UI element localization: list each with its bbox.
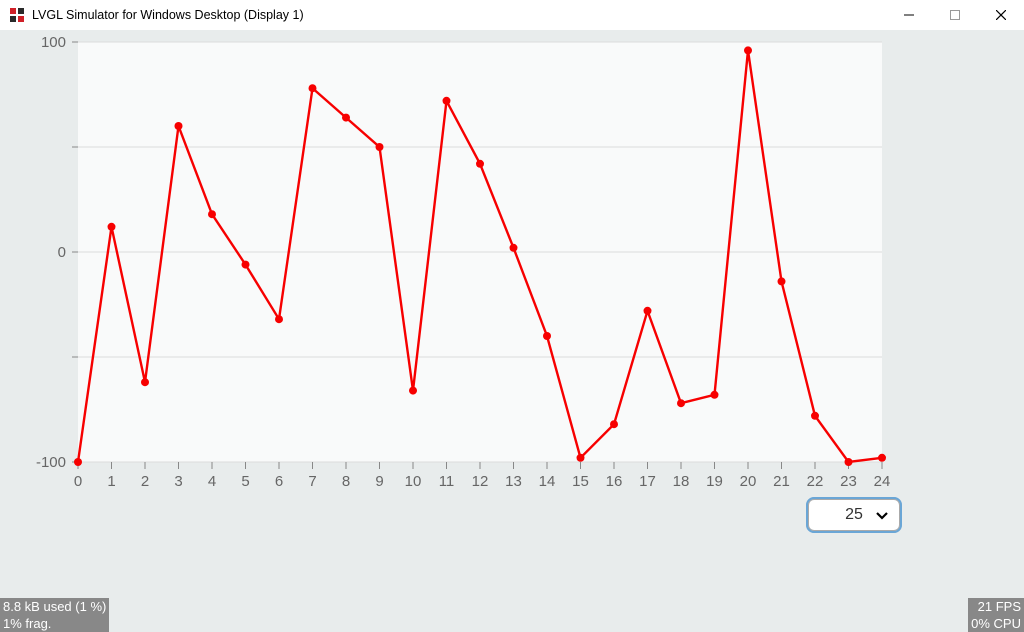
chart-point xyxy=(711,391,719,399)
svg-text:13: 13 xyxy=(505,473,522,490)
chart-point xyxy=(74,458,82,466)
status-mem-line2: 1% frag. xyxy=(3,615,106,632)
svg-text:21: 21 xyxy=(773,473,790,490)
svg-text:4: 4 xyxy=(208,473,216,490)
svg-text:2: 2 xyxy=(141,473,149,490)
svg-text:17: 17 xyxy=(639,473,656,490)
chevron-down-icon xyxy=(875,504,889,529)
chart-point xyxy=(208,210,216,218)
close-button[interactable] xyxy=(978,0,1024,30)
point-count-dropdown[interactable]: 25 xyxy=(808,499,900,531)
window-title: LVGL Simulator for Windows Desktop (Disp… xyxy=(32,8,304,22)
app-icon xyxy=(9,7,25,23)
chart-point xyxy=(376,143,384,151)
chart-point xyxy=(342,114,350,122)
status-mem-line1: 8.8 kB used (1 %) xyxy=(3,598,106,615)
status-cpu: 0% CPU xyxy=(971,615,1021,632)
chart-point xyxy=(644,307,652,315)
svg-text:11: 11 xyxy=(439,473,455,490)
chart-point xyxy=(141,378,149,386)
status-memory: 8.8 kB used (1 %) 1% frag. xyxy=(0,598,109,632)
chart-point xyxy=(108,223,116,231)
svg-text:-100: -100 xyxy=(36,454,66,471)
svg-text:16: 16 xyxy=(606,473,623,490)
line-chart: 1000-100 0123456789101112131415161718192… xyxy=(0,30,1024,632)
svg-text:19: 19 xyxy=(706,473,723,490)
svg-text:12: 12 xyxy=(472,473,489,490)
chart-point xyxy=(543,332,551,340)
chart-point xyxy=(510,244,518,252)
chart-point xyxy=(610,420,618,428)
chart-point xyxy=(778,277,786,285)
chart-point xyxy=(476,160,484,168)
svg-text:6: 6 xyxy=(275,473,283,490)
chart-point xyxy=(443,97,451,105)
svg-text:8: 8 xyxy=(342,473,350,490)
chart-point xyxy=(242,261,250,269)
chart-point xyxy=(744,46,752,54)
svg-text:20: 20 xyxy=(740,473,757,490)
chart-point xyxy=(309,84,317,92)
svg-text:5: 5 xyxy=(241,473,249,490)
svg-text:14: 14 xyxy=(539,473,556,490)
client-area: 1000-100 0123456789101112131415161718192… xyxy=(0,30,1024,632)
chart-point xyxy=(409,387,417,395)
svg-text:9: 9 xyxy=(375,473,383,490)
minimize-button[interactable] xyxy=(886,0,932,30)
status-performance: 21 FPS 0% CPU xyxy=(968,598,1024,632)
svg-text:24: 24 xyxy=(874,473,891,490)
svg-text:18: 18 xyxy=(673,473,690,490)
svg-text:23: 23 xyxy=(840,473,857,490)
chart-point xyxy=(845,458,853,466)
svg-text:7: 7 xyxy=(308,473,316,490)
maximize-button[interactable] xyxy=(932,0,978,30)
svg-text:0: 0 xyxy=(74,473,82,490)
status-fps: 21 FPS xyxy=(971,598,1021,615)
chart-point xyxy=(275,315,283,323)
status-bar: 8.8 kB used (1 %) 1% frag. 21 FPS 0% CPU xyxy=(0,598,1024,632)
svg-text:22: 22 xyxy=(807,473,824,490)
svg-text:10: 10 xyxy=(405,473,422,490)
chart-point xyxy=(677,399,685,407)
svg-text:3: 3 xyxy=(174,473,182,490)
chart-point xyxy=(175,122,183,130)
svg-text:100: 100 xyxy=(41,34,66,51)
chart-point xyxy=(577,454,585,462)
svg-text:0: 0 xyxy=(58,244,66,261)
window-titlebar: LVGL Simulator for Windows Desktop (Disp… xyxy=(0,0,1024,31)
chart-point xyxy=(878,454,886,462)
svg-text:15: 15 xyxy=(572,473,589,490)
chart-point xyxy=(811,412,819,420)
svg-text:1: 1 xyxy=(107,473,115,490)
